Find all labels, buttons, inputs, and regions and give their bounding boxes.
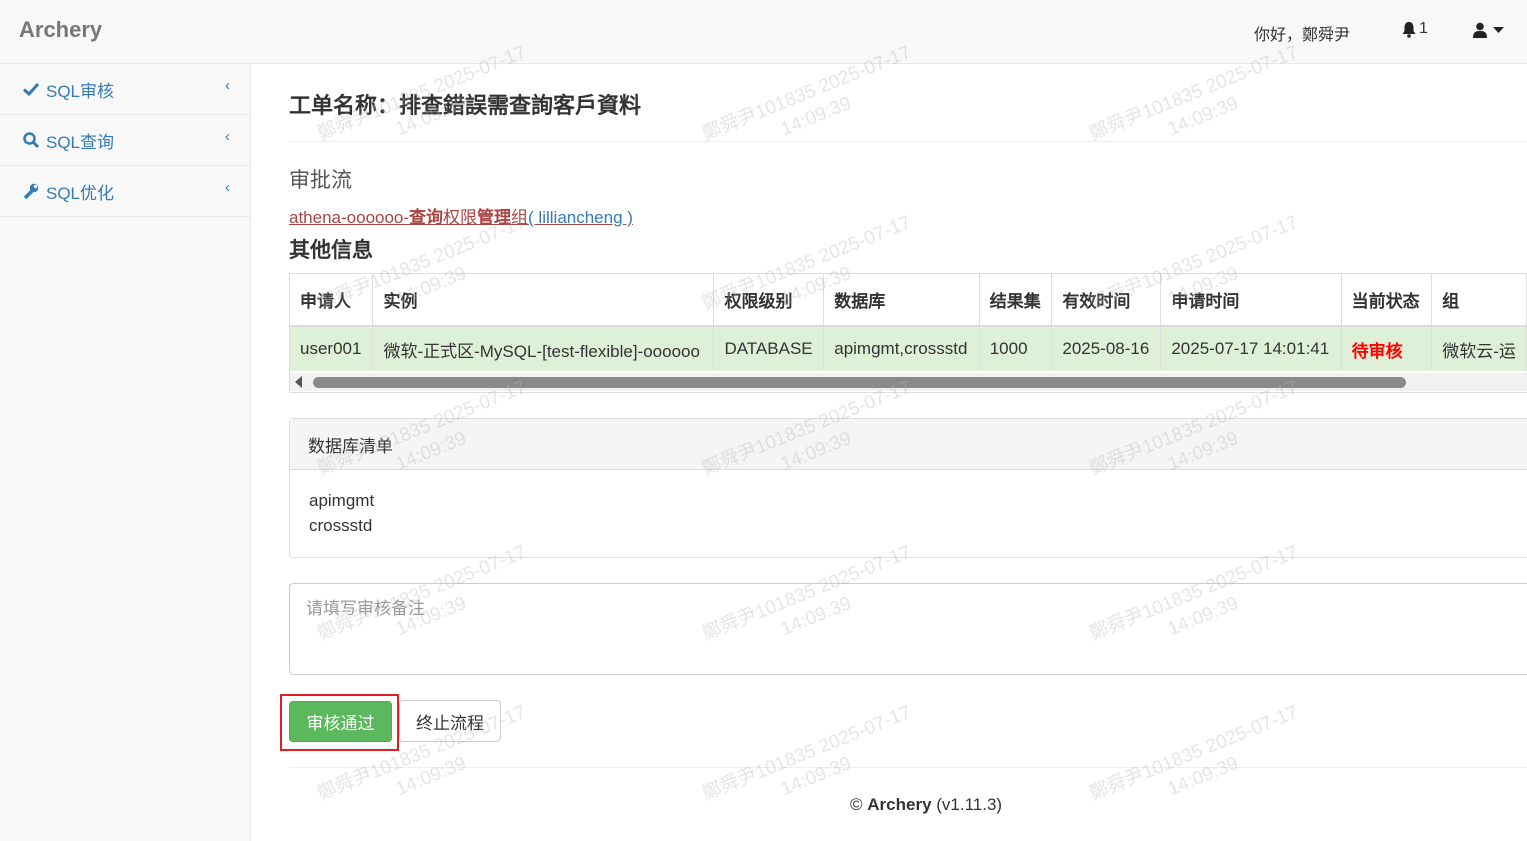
approve-button[interactable]: 审核通过 [289, 701, 392, 742]
user-icon [1473, 22, 1487, 38]
sidebar-item-sql-query[interactable]: SQL查询 ‹ [0, 115, 250, 166]
database-list-panel: 数据库清单 apimgmt crossstd [289, 418, 1527, 558]
panel-heading: 数据库清单 [290, 419, 1527, 470]
approval-group-query: 查询 [409, 208, 444, 227]
notification-button[interactable]: 1 [1401, 20, 1428, 38]
status-badge: 待审核 [1341, 326, 1433, 371]
cell-database: apimgmt,crossstd [823, 326, 980, 371]
column-header: 结果集 [979, 274, 1053, 327]
caret-down-icon [1493, 26, 1504, 33]
cell-valid-until: 2025-08-16 [1051, 326, 1162, 371]
sidebar-item-sql-optimize[interactable]: SQL优化 ‹ [0, 166, 250, 217]
chevron-left-icon: ‹ [225, 179, 230, 196]
notification-count: 1 [1419, 20, 1428, 37]
footer-app-name: Archery [867, 795, 932, 814]
review-remark-input[interactable] [289, 583, 1527, 675]
cell-result-limit: 1000 [979, 326, 1053, 371]
divider [289, 141, 1527, 142]
main-content: 工单名称：排查錯誤需查詢客戶資料 审批流 athena-oooooo-查询权限管… [251, 64, 1527, 841]
bell-icon [1402, 21, 1416, 38]
request-table-container: 申请人 实例 权限级别 数据库 结果集 有效时间 申请时间 当前状态 组 use… [289, 273, 1527, 393]
column-header: 当前状态 [1341, 274, 1433, 327]
horizontal-scrollbar[interactable] [290, 373, 1527, 391]
chevron-left-icon: ‹ [225, 128, 230, 145]
copyright-symbol: © [850, 795, 863, 814]
scrollbar-thumb[interactable] [313, 377, 1406, 388]
cell-applicant: user001 [290, 326, 374, 371]
column-header: 组 [1431, 274, 1527, 327]
cell-group: 微软云-运 [1431, 326, 1527, 371]
column-header: 申请时间 [1160, 274, 1342, 327]
cell-instance: 微软-正式区-MySQL-[test-flexible]-oooooo [372, 326, 715, 371]
check-icon [22, 80, 40, 98]
column-header: 申请人 [290, 274, 374, 327]
approval-flow-link[interactable]: athena-oooooo-查询权限管理组( lilliancheng ) [289, 203, 633, 228]
cell-apply-time: 2025-07-17 14:01:41 [1160, 326, 1342, 371]
sidebar-item-label: SQL审核 [46, 81, 115, 101]
approval-group-perm: 权限 [443, 208, 478, 227]
approval-user: ( lilliancheng ) [528, 208, 633, 227]
sidebar-item-sql-review[interactable]: SQL审核 ‹ [0, 64, 250, 115]
footer-version: (v1.11.3) [936, 795, 1003, 814]
approval-flow-heading: 审批流 [289, 169, 352, 192]
approval-group-suffix: 组 [511, 208, 529, 227]
footer: © Archery (v1.11.3) [850, 795, 1002, 815]
wrench-icon [22, 182, 40, 200]
user-greeting: 你好，鄭舜尹 [1254, 27, 1351, 44]
sidebar-item-label: SQL查询 [46, 132, 115, 152]
approval-group-prefix: athena-oooooo- [289, 208, 410, 227]
request-table: 申请人 实例 权限级别 数据库 结果集 有效时间 申请时间 当前状态 组 use… [290, 274, 1527, 371]
chevron-left-icon: ‹ [225, 77, 230, 94]
list-item: crossstd [309, 516, 373, 535]
column-header: 实例 [372, 274, 715, 327]
table-header-row: 申请人 实例 权限级别 数据库 结果集 有效时间 申请时间 当前状态 组 [290, 274, 1527, 327]
column-header: 有效时间 [1051, 274, 1162, 327]
sidebar-item-label: SQL优化 [46, 183, 115, 203]
terminate-workflow-button[interactable]: 终止流程 [399, 700, 501, 742]
list-item: apimgmt [309, 491, 375, 510]
other-info-heading: 其他信息 [289, 239, 373, 262]
panel-body: apimgmt crossstd [290, 470, 1527, 538]
brand-logo[interactable]: Archery [19, 17, 102, 43]
page-title: 工单名称：排查錯誤需查詢客戶資料 [289, 93, 642, 118]
search-icon [22, 131, 40, 149]
column-header: 数据库 [823, 274, 980, 327]
user-menu-toggle[interactable] [1473, 22, 1504, 38]
sidebar: SQL审核 ‹ SQL查询 ‹ SQL优化 ‹ [0, 64, 251, 841]
scroll-left-arrow-icon[interactable] [295, 376, 302, 388]
divider [289, 767, 1527, 768]
approval-group-mgmt: 管理 [477, 208, 512, 227]
column-header: 权限级别 [713, 274, 825, 327]
table-row: user001 微软-正式区-MySQL-[test-flexible]-ooo… [290, 326, 1527, 371]
top-navbar: Archery 你好，鄭舜尹 1 [0, 0, 1527, 64]
cell-priv-level: DATABASE [713, 326, 825, 371]
